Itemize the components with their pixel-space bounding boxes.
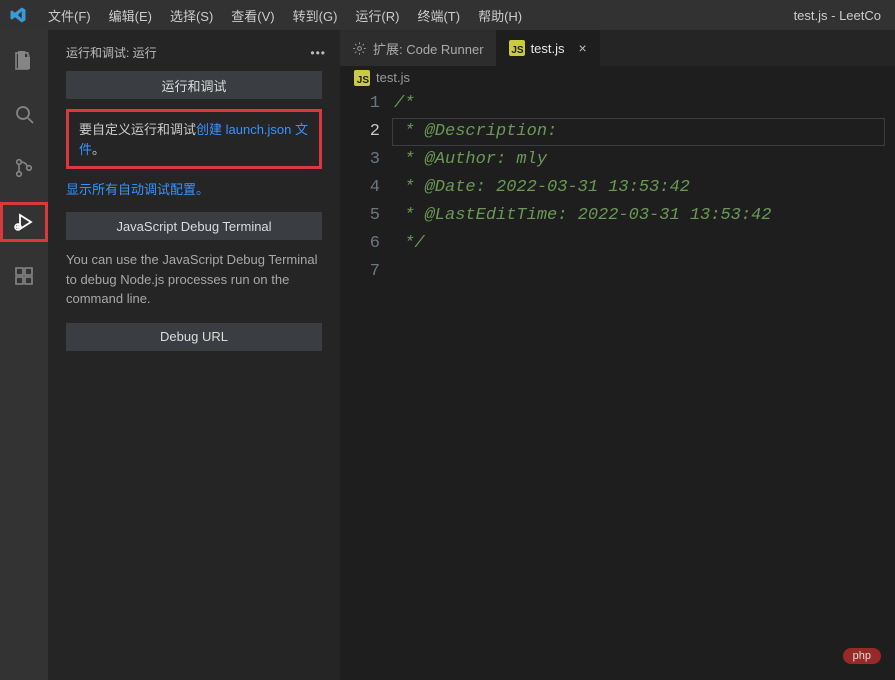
- watermark-badge: php: [843, 648, 881, 664]
- breadcrumb-file: test.js: [376, 70, 410, 85]
- activity-extensions[interactable]: [0, 256, 48, 296]
- vscode-logo-icon: [8, 5, 28, 25]
- hint-text: 要自定义运行和调试: [79, 122, 196, 137]
- menu-item[interactable]: 帮助(H): [470, 2, 530, 29]
- menu-item[interactable]: 转到(G): [285, 2, 346, 29]
- code-line: * @LastEditTime: 2022-03-31 13:53:42: [394, 202, 895, 230]
- editor-tab[interactable]: 扩展: Code Runner: [340, 30, 497, 66]
- panel-title: 运行和调试: 运行: [66, 44, 157, 61]
- activitybar: [0, 30, 48, 680]
- code-line: */: [394, 230, 895, 258]
- activity-run-debug[interactable]: [0, 202, 48, 242]
- titlebar: 文件(F)编辑(E)选择(S)查看(V)转到(G)运行(R)终端(T)帮助(H)…: [0, 0, 895, 30]
- code-line: * @Author: mly: [394, 146, 895, 174]
- activity-source-control[interactable]: [0, 148, 48, 188]
- debug-url-button[interactable]: Debug URL: [66, 323, 322, 351]
- menubar: 文件(F)编辑(E)选择(S)查看(V)转到(G)运行(R)终端(T)帮助(H): [40, 2, 530, 29]
- code-line: * @Date: 2022-03-31 13:53:42: [394, 174, 895, 202]
- show-all-auto-config-link[interactable]: 显示所有自动调试配置: [66, 182, 196, 197]
- tab-label: test.js: [531, 41, 565, 56]
- menu-item[interactable]: 文件(F): [40, 2, 99, 29]
- code-line: * @Description:: [394, 118, 895, 146]
- menu-item[interactable]: 选择(S): [162, 2, 221, 29]
- code-editor[interactable]: 1234567 /* * @Description: * @Author: ml…: [340, 88, 895, 680]
- js-icon: JS: [354, 70, 370, 86]
- menu-item[interactable]: 运行(R): [347, 2, 407, 29]
- run-and-debug-button[interactable]: 运行和调试: [66, 71, 322, 99]
- activity-explorer[interactable]: [0, 40, 48, 80]
- window-title: test.js - LeetCo: [794, 8, 881, 23]
- close-icon[interactable]: ×: [579, 40, 587, 56]
- editor-area: 扩展: Code RunnerJStest.js× JS test.js 123…: [340, 30, 895, 680]
- activity-search[interactable]: [0, 94, 48, 134]
- js-icon: JS: [509, 40, 525, 56]
- menu-item[interactable]: 终端(T): [409, 2, 468, 29]
- editor-tabs: 扩展: Code Runner JS test.js ×: [340, 30, 895, 66]
- hint-suffix: 。: [92, 142, 105, 157]
- breadcrumbs[interactable]: JS test.js: [340, 66, 895, 88]
- menu-item[interactable]: 查看(V): [223, 2, 282, 29]
- code-lines: /* * @Description: * @Author: mly * @Dat…: [394, 90, 895, 680]
- js-debug-info-text: You can use the JavaScript Debug Termina…: [66, 250, 322, 309]
- menu-item[interactable]: 编辑(E): [101, 2, 160, 29]
- editor-tab[interactable]: JS test.js ×: [497, 30, 600, 66]
- create-launch-hint: 要自定义运行和调试创建 launch.json 文件。: [66, 109, 322, 169]
- js-debug-terminal-button[interactable]: JavaScript Debug Terminal: [66, 212, 322, 240]
- tab-label: 扩展: Code Runner: [373, 39, 484, 58]
- run-debug-panel: 运行和调试: 运行 ••• 运行和调试 要自定义运行和调试创建 launch.j…: [48, 30, 340, 680]
- panel-more-icon[interactable]: •••: [310, 46, 326, 60]
- gear-icon: [352, 41, 367, 56]
- show-all-suffix: 。: [196, 182, 209, 197]
- line-gutter: 1234567: [340, 90, 394, 680]
- code-line: /*: [394, 90, 895, 118]
